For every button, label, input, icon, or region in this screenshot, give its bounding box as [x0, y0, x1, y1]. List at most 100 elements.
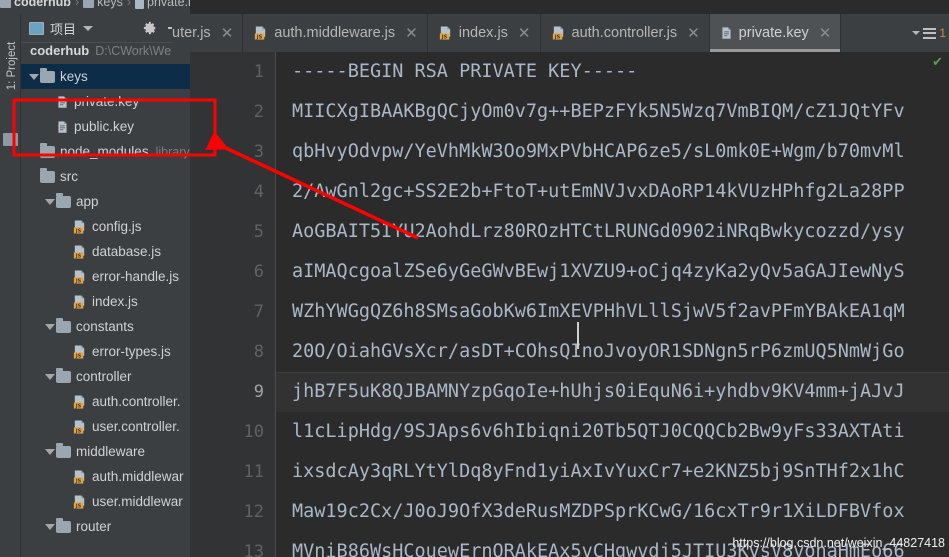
editor-tab-private-key[interactable]: private.key ✕: [709, 14, 842, 52]
tree-item-error-types-js[interactable]: JS error-types.js: [21, 339, 190, 364]
folder-icon: [56, 442, 71, 458]
folder-icon: [40, 167, 55, 183]
tree-item-keys[interactable]: keys: [21, 64, 190, 89]
editor-tab-label: private.key: [738, 25, 809, 41]
line-number: 9: [253, 382, 264, 402]
tree-item-label: index.js: [92, 294, 138, 309]
tree-twisty-placeholder: [59, 414, 72, 439]
tree-item-user-middlewar[interactable]: JS user.middlewar: [21, 489, 190, 514]
chevron-down-icon[interactable]: [27, 64, 40, 89]
tab-list-icon[interactable]: [923, 27, 937, 39]
line-number: 2: [253, 102, 264, 122]
svg-text:JS: JS: [75, 428, 82, 434]
js-file-icon: JS: [73, 219, 85, 234]
line-number: 6: [253, 262, 264, 282]
tree-item-auth-controller-[interactable]: JS auth.controller.: [21, 389, 190, 414]
code-line: WZhYWGgQZ6h8SMsaGobKw6ImXEVPHhVLllSjwV5f…: [292, 301, 905, 322]
breadcrumb-separator: ›: [74, 0, 80, 9]
close-icon[interactable]: ✕: [518, 24, 531, 42]
tree-item-user-controller-[interactable]: JS user.controller.: [21, 414, 190, 439]
chevron-down-icon[interactable]: [912, 31, 921, 35]
folder-icon: [40, 142, 55, 158]
svg-text:JS: JS: [75, 253, 82, 259]
code-line: qbHvyOdvpw/YeVhMkW3Oo9MxPVbHCAP6ze5/sL0m…: [292, 141, 905, 162]
watermark-text: https://blog.csdn.net/weixin_44827418: [732, 536, 945, 550]
svg-text:JS: JS: [75, 278, 82, 284]
code-line: l1cLipHdg/9SJAps6v6hIbiqni20Tb5QTJ0CQQCb…: [292, 421, 905, 442]
tree-item-label: router: [76, 519, 112, 534]
tree-item-label: src: [60, 169, 78, 184]
line-number: 11: [243, 462, 264, 482]
project-panel-title: 项目: [50, 21, 77, 37]
line-number: 12: [243, 502, 264, 522]
tree-item-label: controller: [76, 369, 132, 384]
tree-item-private-key[interactable]: private.key: [21, 89, 190, 114]
tree-item-label: public.key: [74, 119, 135, 134]
tree-item-label: auth.middlewar: [92, 469, 184, 484]
folder-icon: [56, 517, 71, 533]
window-icon: [29, 21, 44, 35]
folder-icon: [56, 317, 71, 333]
ide-window: coderhub › keys › private.key Add Config…: [0, 0, 949, 557]
tab-overflow-count: 1: [939, 26, 946, 40]
breadcrumb-item-1[interactable]: keys: [97, 0, 123, 9]
tree-item-app[interactable]: app: [21, 189, 190, 214]
line-number: 3: [253, 142, 264, 162]
tree-item-index-js[interactable]: JS index.js: [21, 289, 190, 314]
chevron-down-icon[interactable]: [43, 314, 56, 339]
tool-window-tab-project[interactable]: 1: Project: [6, 21, 18, 111]
tab-overflow-controls: 1: [912, 14, 949, 52]
js-file-icon: JS: [73, 394, 85, 409]
editor-tab-auth-middleware-js[interactable]: JS auth.middleware.js ✕: [243, 14, 428, 52]
tree-item-constants[interactable]: constants: [21, 314, 190, 339]
tree-item-database-js[interactable]: JS database.js: [21, 239, 190, 264]
close-icon[interactable]: ✕: [405, 24, 418, 42]
breadcrumb-item-0[interactable]: coderhub: [14, 0, 71, 9]
chevron-down-icon[interactable]: [43, 364, 56, 389]
close-icon[interactable]: ✕: [221, 24, 234, 42]
chevron-down-icon[interactable]: [43, 514, 56, 539]
tree-item-label: constants: [76, 319, 134, 334]
editor-tab-label: index.js: [458, 25, 508, 41]
tree-item-label: app: [76, 194, 99, 209]
line-number: 13: [243, 542, 264, 557]
chevron-down-icon[interactable]: [83, 25, 94, 31]
js-file-icon: JS: [73, 244, 85, 259]
editor-tab-index-js[interactable]: JS index.js ✕: [428, 14, 541, 52]
svg-text:JS: JS: [75, 478, 82, 484]
tree-item-middleware[interactable]: middleware: [21, 439, 190, 464]
tree-item-error-handle-js[interactable]: JS error-handle.js: [21, 264, 190, 289]
close-icon[interactable]: ✕: [819, 24, 832, 42]
line-number: 4: [253, 182, 264, 202]
gear-icon[interactable]: [143, 21, 157, 35]
tree-item-label: user.controller.: [92, 419, 180, 434]
inspection-ok-icon[interactable]: ✔: [932, 54, 943, 70]
code-line: aIMAQcgoalZSe6yGeGWvBEwj1XVZU9+oCjq4zyKa…: [292, 261, 905, 282]
js-file-icon: JS: [255, 26, 266, 40]
code-content[interactable]: -----BEGIN RSA PRIVATE KEY----- MIICXgIBA…: [276, 52, 949, 557]
code-line: jhB7F5uK8QJBAMNYzpGqoIe+hUhjs0iEquN6i+yh…: [276, 372, 949, 412]
chevron-down-icon[interactable]: [43, 439, 56, 464]
editor-tab-auth-controller-js[interactable]: JS auth.controller.js ✕: [541, 14, 710, 52]
svg-text:JS: JS: [256, 34, 263, 40]
editor-area: uter.js ✕ JS auth.middleware.js ✕ JS index.js ✕…: [172, 0, 949, 557]
tree-item-config-js[interactable]: JS config.js: [21, 214, 190, 239]
tree-item-router[interactable]: router: [21, 514, 190, 539]
tree-item-auth-middlewar[interactable]: JS auth.middlewar: [21, 464, 190, 489]
svg-text:JS: JS: [75, 303, 82, 309]
close-icon[interactable]: ✕: [687, 24, 700, 42]
tree-item-controller[interactable]: controller: [21, 364, 190, 389]
chevron-down-icon[interactable]: [43, 189, 56, 214]
code-line: 20O/OiahGVsXcr/asDT+COhsQInoJvoyOR1SDNgn…: [292, 341, 905, 362]
folder-icon: [56, 192, 71, 208]
line-number: 1: [253, 62, 264, 82]
tree-item-node-modules[interactable]: node_modules library: [21, 139, 190, 164]
tree-item-public-key[interactable]: public.key: [21, 114, 190, 139]
line-number: 7: [253, 302, 264, 322]
tree-item-src[interactable]: src: [21, 164, 190, 189]
svg-text:JS: JS: [75, 403, 82, 409]
tree-twisty-placeholder: [43, 89, 56, 114]
project-tree: keys private.key public.key node_modules lib…: [21, 64, 190, 539]
editor-tab-uter-js[interactable]: uter.js ✕: [172, 14, 244, 52]
project-root-row[interactable]: coderhub D:\CWork\We: [21, 42, 190, 64]
